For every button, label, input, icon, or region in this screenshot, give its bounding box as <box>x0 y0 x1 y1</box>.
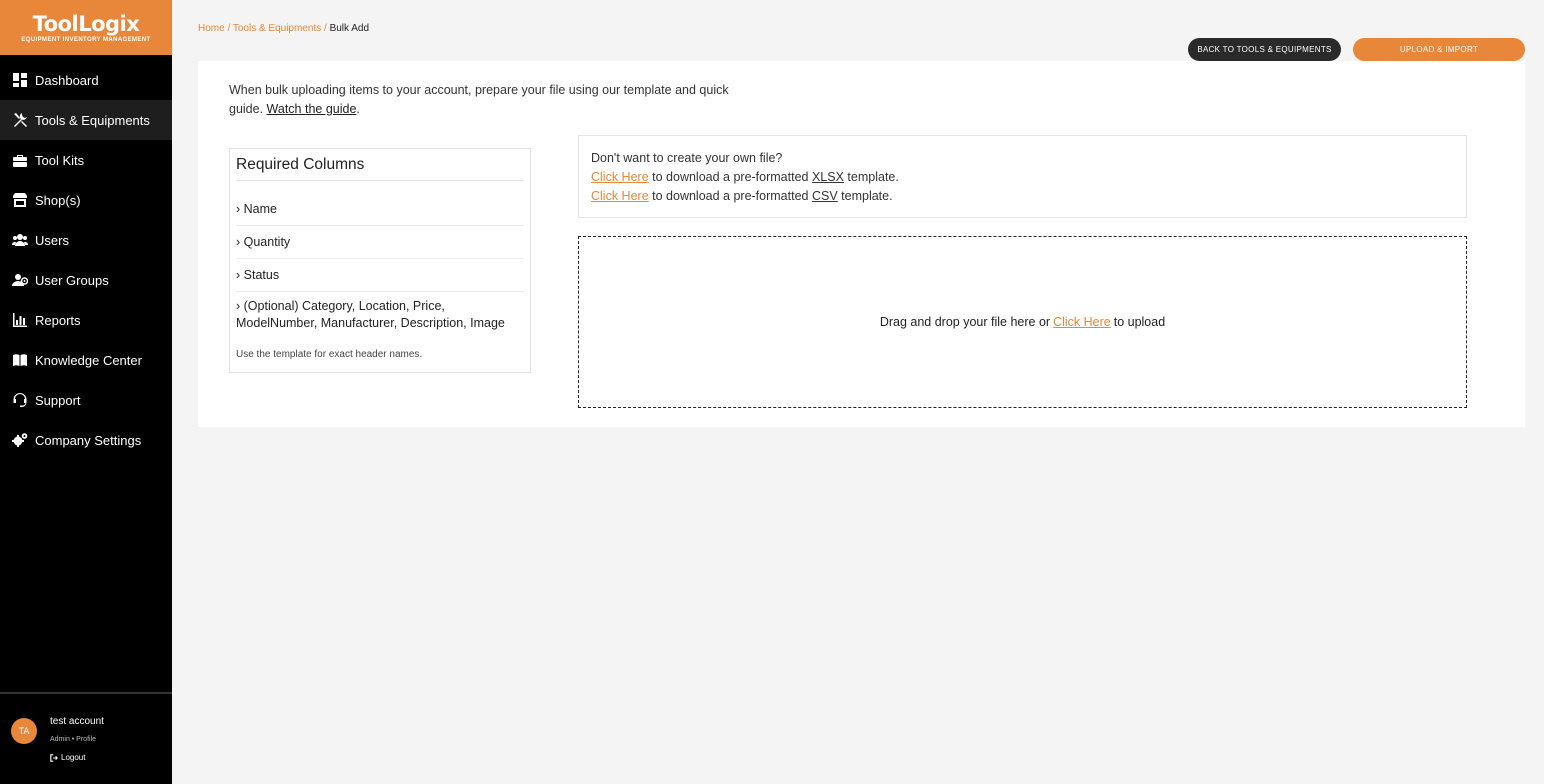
sidebar-item-label: Support <box>35 392 81 408</box>
bulk-add-card: When bulk uploading items to your accoun… <box>198 61 1525 427</box>
breadcrumb-tools-equipments[interactable]: Tools & Equipments <box>233 23 321 34</box>
download-xlsx-link[interactable]: Click Here <box>591 170 649 184</box>
sidebar-item-knowledge-center[interactable]: Knowledge Center <box>0 340 172 380</box>
logout-icon <box>50 753 58 762</box>
sidebar-item-users[interactable]: Users <box>0 220 172 260</box>
sidebar-item-shops[interactable]: Shop(s) <box>0 180 172 220</box>
user-groups-icon <box>11 272 29 288</box>
sidebar-item-label: Company Settings <box>35 432 142 448</box>
sidebar-nav: Dashboard Tools & Equipments Tool Kits S… <box>0 60 172 460</box>
sidebar-item-label: Tool Kits <box>35 152 85 168</box>
csv-download-row: Click Here to download a pre-formatted C… <box>591 187 1454 206</box>
sidebar-item-dashboard[interactable]: Dashboard <box>0 60 172 100</box>
avatar[interactable]: TA <box>11 718 37 744</box>
sidebar-item-label: Users <box>35 232 69 248</box>
sidebar: ToolLogix EQUIPMENT INVENTORY MANAGEMENT… <box>0 0 172 784</box>
headset-icon <box>11 392 29 408</box>
breadcrumb: Home / Tools & Equipments / Bulk Add <box>198 23 369 34</box>
logout-label: Logout <box>61 753 86 762</box>
template-download-panel: Don't want to create your own file? Clic… <box>578 135 1467 218</box>
sidebar-item-label: Knowledge Center <box>35 352 142 368</box>
sidebar-item-tool-kits[interactable]: Tool Kits <box>0 140 172 180</box>
file-dropzone[interactable]: Drag and drop your file here or Click He… <box>578 236 1467 408</box>
intro-period: . <box>356 102 360 116</box>
toolbox-icon <box>11 152 29 168</box>
download-text: to download a pre-formatted <box>652 189 809 203</box>
sidebar-item-label: Shop(s) <box>35 192 81 208</box>
breadcrumb-separator: / <box>321 23 330 34</box>
csv-format-label: CSV <box>811 189 838 203</box>
sidebar-item-label: Reports <box>35 312 81 328</box>
logo[interactable]: ToolLogix EQUIPMENT INVENTORY MANAGEMENT <box>0 0 172 55</box>
sidebar-item-label: User Groups <box>35 272 109 288</box>
sidebar-item-support[interactable]: Support <box>0 380 172 420</box>
download-text-end: template. <box>841 189 893 203</box>
logo-title: ToolLogix <box>32 11 140 36</box>
intro-text: When bulk uploading items to your accoun… <box>229 81 729 119</box>
sidebar-item-user-groups[interactable]: User Groups <box>0 260 172 300</box>
user-profile: TA test account Admin • Profile Logout <box>0 712 172 772</box>
dashboard-icon <box>11 72 29 88</box>
required-columns-title: Required Columns <box>236 149 524 181</box>
template-question: Don't want to create your own file? <box>591 151 783 165</box>
breadcrumb-separator: / <box>224 23 233 34</box>
optional-columns-item: › (Optional) Category, Location, Price, … <box>236 299 505 330</box>
user-role-profile-link[interactable]: Admin • Profile <box>50 736 96 743</box>
download-text-end: template. <box>847 170 899 184</box>
required-columns-panel: Required Columns › Name › Quantity › Sta… <box>229 148 531 373</box>
download-csv-link[interactable]: Click Here <box>591 189 649 203</box>
download-text: to download a pre-formatted <box>652 170 809 184</box>
required-columns-list: › Name › Quantity › Status › (Optional) … <box>236 193 524 339</box>
required-column-item: › Name <box>236 193 524 226</box>
book-icon <box>11 352 29 368</box>
required-column-item: › Status <box>236 259 524 292</box>
xlsx-download-row: Click Here to download a pre-formatted X… <box>591 168 1454 187</box>
dropzone-upload-link[interactable]: Click Here <box>1053 315 1111 329</box>
tools-icon <box>11 112 29 128</box>
reports-icon <box>11 312 29 328</box>
breadcrumb-home[interactable]: Home <box>198 23 225 34</box>
sidebar-item-reports[interactable]: Reports <box>0 300 172 340</box>
sidebar-item-company-settings[interactable]: Company Settings <box>0 420 172 460</box>
gears-icon <box>11 432 29 448</box>
logo-tagline: EQUIPMENT INVENTORY MANAGEMENT <box>21 36 151 43</box>
sidebar-divider <box>0 692 172 694</box>
shop-icon <box>11 192 29 208</box>
dropzone-text: Drag and drop your file here or <box>879 315 1051 329</box>
user-name: test account <box>50 716 104 727</box>
required-columns-note: Use the template for exact header names. <box>236 349 423 360</box>
watch-guide-link[interactable]: Watch the guide <box>267 102 357 116</box>
breadcrumb-current: Bulk Add <box>329 23 370 34</box>
sidebar-item-tools-equipments[interactable]: Tools & Equipments <box>0 100 172 140</box>
users-icon <box>11 232 29 248</box>
sidebar-item-label: Dashboard <box>35 72 99 88</box>
xlsx-format-label: XLSX <box>811 170 844 184</box>
required-column-item: › Quantity <box>236 226 524 259</box>
upload-import-button[interactable]: UPLOAD & IMPORT <box>1353 38 1525 61</box>
sidebar-item-label: Tools & Equipments <box>35 112 150 128</box>
logout-button[interactable]: Logout <box>50 753 85 762</box>
back-to-tools-button[interactable]: BACK TO TOOLS & EQUIPMENTS <box>1188 38 1341 61</box>
dropzone-text-end: to upload <box>1113 315 1166 329</box>
